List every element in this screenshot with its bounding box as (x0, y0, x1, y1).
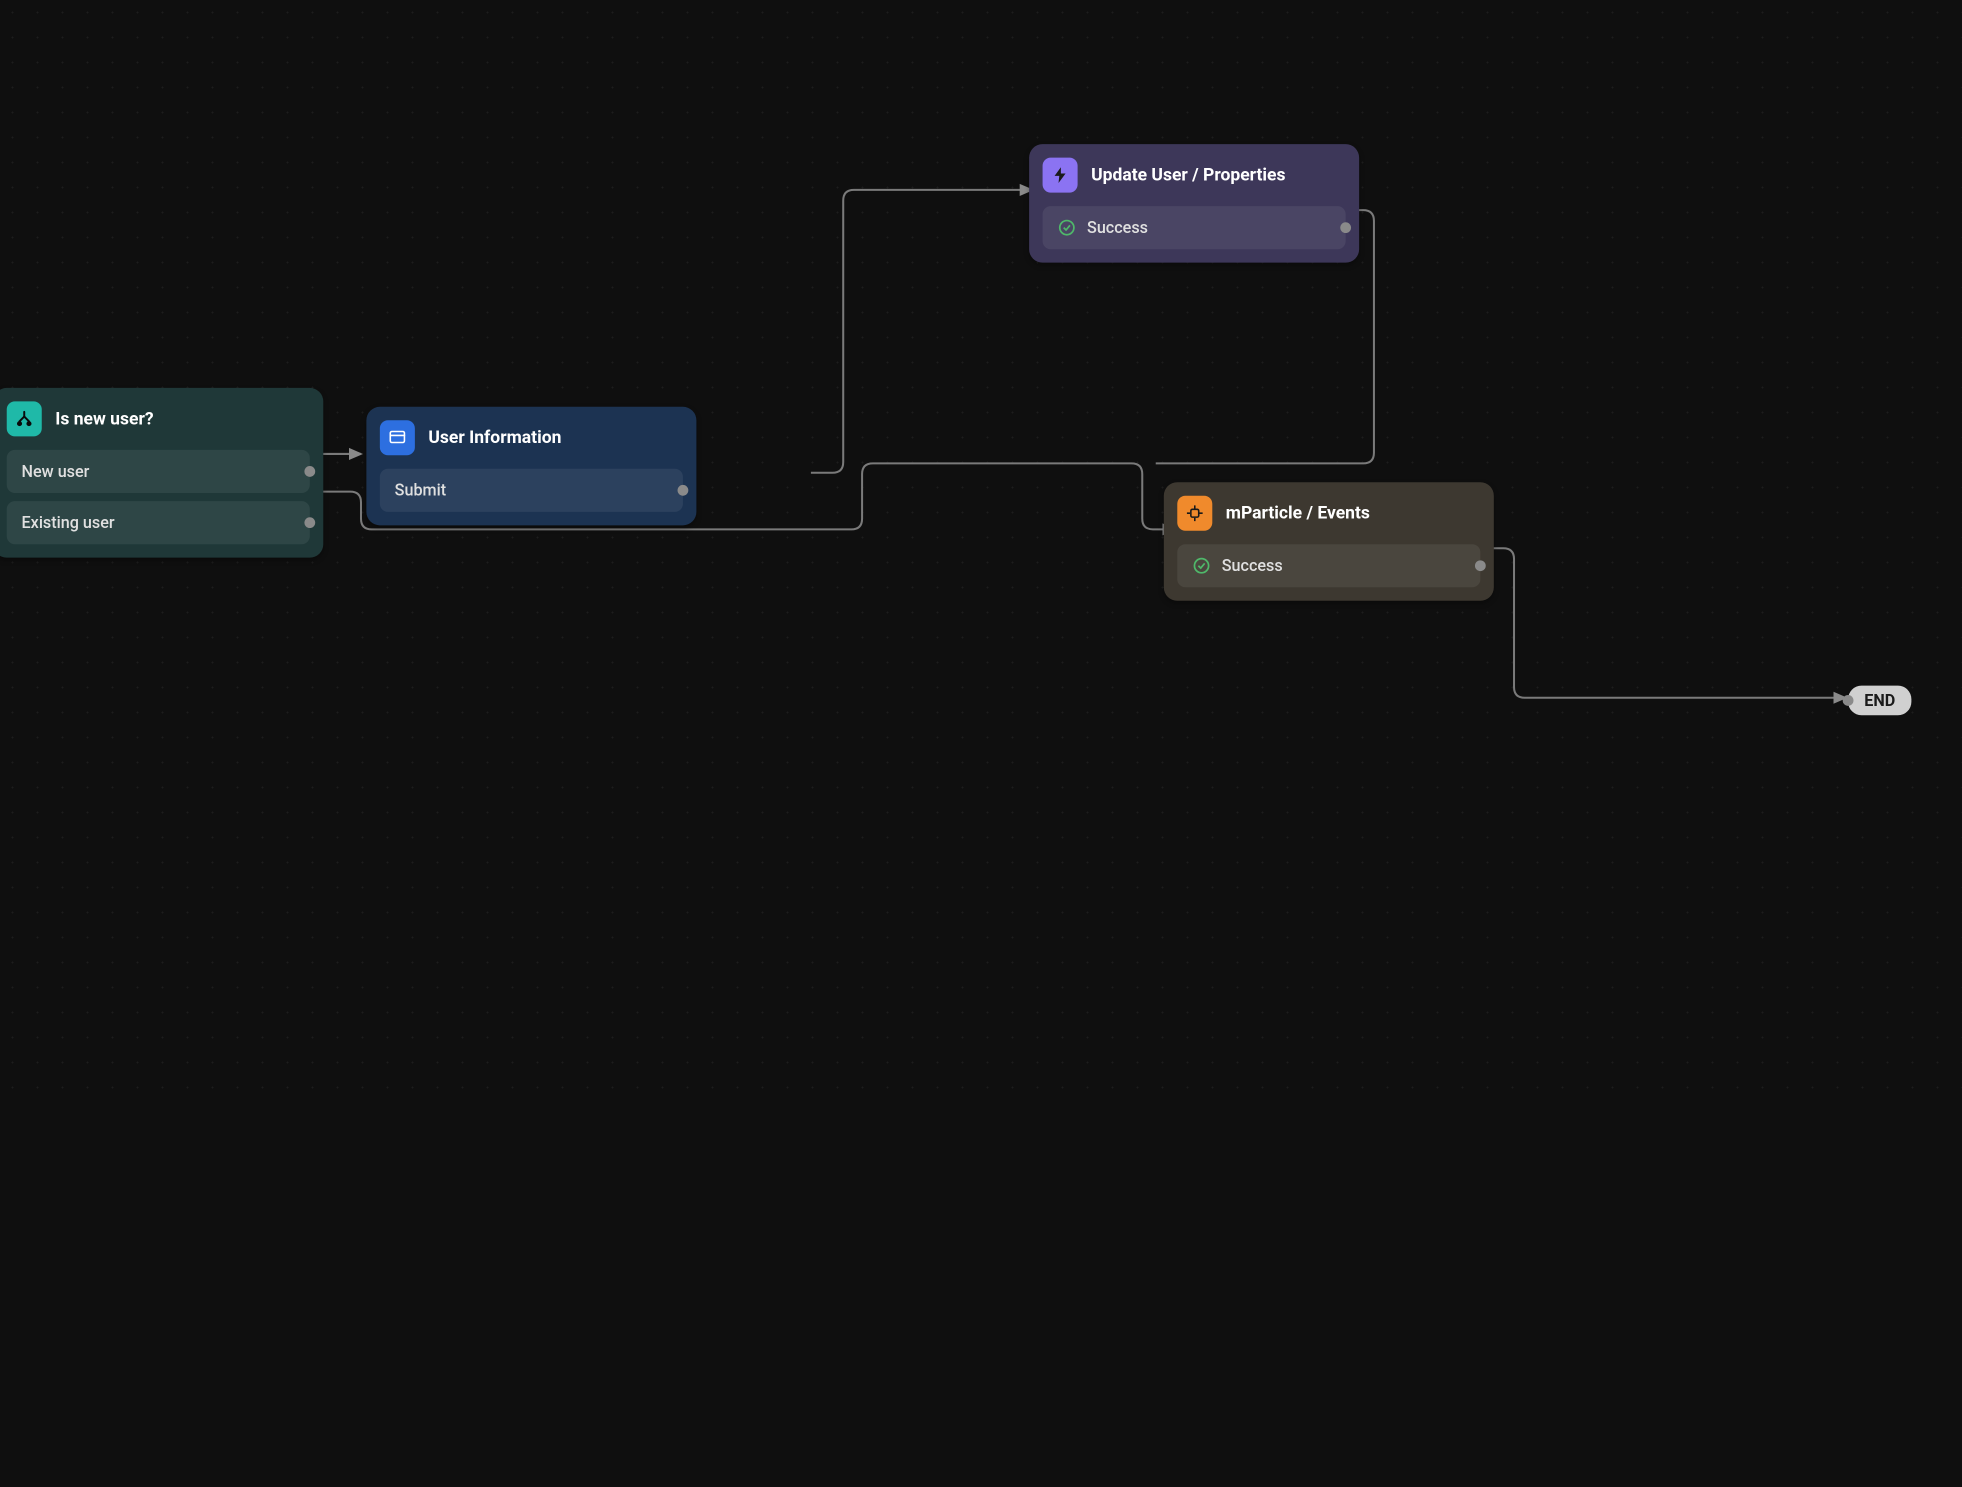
output-label: New user (22, 462, 90, 481)
output-port[interactable] (304, 466, 315, 477)
node-title: Update User / Properties (1091, 165, 1285, 185)
edge-layer (0, 0, 1962, 1487)
output-port[interactable] (304, 517, 315, 528)
input-port[interactable] (1843, 695, 1854, 706)
success-check-icon (1057, 218, 1076, 237)
output-success[interactable]: Success (1043, 206, 1346, 249)
output-port[interactable] (678, 485, 689, 496)
form-icon (380, 420, 415, 455)
node-header: Is new user? (7, 401, 310, 436)
end-label: END (1864, 691, 1895, 710)
node-update-user-properties[interactable]: Update User / Properties Success (1029, 144, 1359, 263)
branch-icon (7, 401, 42, 436)
output-existing-user[interactable]: Existing user (7, 501, 310, 544)
output-label: Success (1222, 556, 1283, 575)
output-success[interactable]: Success (1177, 544, 1480, 587)
bolt-icon (1043, 158, 1078, 193)
output-port[interactable] (1340, 222, 1351, 233)
end-node[interactable]: END (1848, 686, 1911, 716)
node-title: User Information (428, 428, 561, 448)
node-header: mParticle / Events (1177, 496, 1480, 531)
node-title: mParticle / Events (1226, 503, 1370, 523)
node-header: Update User / Properties (1043, 158, 1346, 193)
flow-canvas[interactable]: Is new user? New user Existing user User… (0, 0, 1962, 1104)
node-mparticle-events[interactable]: mParticle / Events Success (1164, 482, 1494, 601)
output-port[interactable] (1475, 560, 1486, 571)
node-user-information[interactable]: User Information Submit (366, 407, 696, 526)
output-label: Success (1087, 218, 1148, 237)
output-label: Existing user (22, 513, 115, 532)
node-title: Is new user? (55, 409, 153, 429)
node-is-new-user[interactable]: Is new user? New user Existing user (0, 388, 323, 558)
node-header: User Information (380, 420, 683, 455)
output-label: Submit (395, 481, 446, 500)
output-new-user[interactable]: New user (7, 450, 310, 493)
plugin-icon (1177, 496, 1212, 531)
output-submit[interactable]: Submit (380, 469, 683, 512)
success-check-icon (1192, 556, 1211, 575)
